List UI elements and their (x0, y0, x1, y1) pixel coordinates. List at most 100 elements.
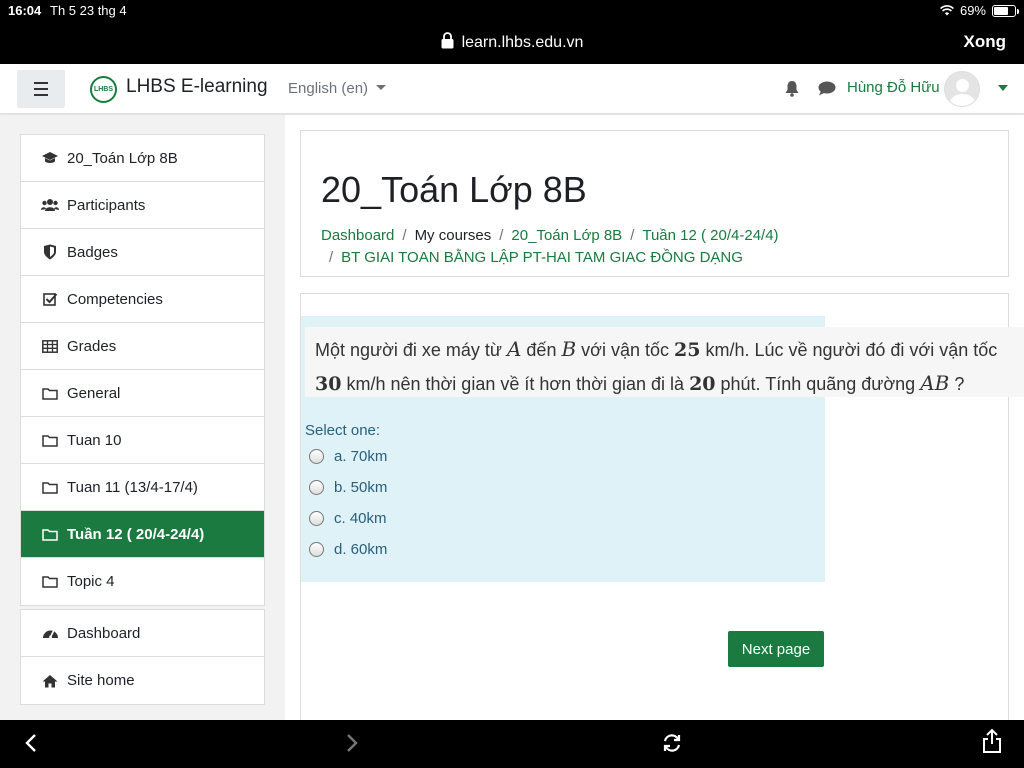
answer-label[interactable]: b. 50km (334, 479, 387, 496)
url-display[interactable]: learn.lhbs.edu.vn (0, 32, 1024, 52)
graduation-cap-icon (41, 150, 59, 166)
site-nav-item[interactable]: Site home (21, 657, 264, 704)
wifi-icon (940, 5, 954, 16)
radio-button[interactable] (309, 542, 324, 557)
course-nav-item-label: Tuan 11 (13/4-17/4) (67, 478, 198, 496)
breadcrumb-activity[interactable]: BT GIAI TOAN BẰNG LẬP PT-HAI TAM GIAC ĐỒ… (341, 249, 743, 266)
bell-icon[interactable] (784, 80, 800, 97)
drawer-toggle-button[interactable] (17, 70, 65, 108)
breadcrumb-week[interactable]: Tuần 12 ( 20/4-24/4) (642, 227, 778, 244)
language-menu[interactable]: English (en) (288, 80, 387, 97)
course-nav-item[interactable]: Topic 4 (21, 558, 264, 605)
course-nav-item[interactable]: Badges (21, 229, 264, 276)
lock-icon (441, 32, 454, 49)
folder-icon (41, 574, 59, 590)
user-name[interactable]: Hùng Đỗ Hữu (847, 79, 940, 96)
users-icon (41, 197, 59, 213)
radio-button[interactable] (309, 511, 324, 526)
forward-icon[interactable] (345, 732, 359, 754)
course-nav-item-label: Topic 4 (67, 573, 115, 590)
folder-icon (41, 526, 59, 542)
next-page-button[interactable]: Next page (728, 631, 824, 667)
battery-level (994, 6, 1008, 15)
folder-icon (41, 479, 59, 495)
done-button[interactable]: Xong (964, 32, 1007, 52)
breadcrumb-dashboard[interactable]: Dashboard (321, 227, 394, 244)
course-nav-item-label: Badges (67, 243, 118, 261)
math-variable: AB (920, 371, 950, 395)
checkbox-icon (41, 291, 59, 307)
answer-label[interactable]: d. 60km (334, 541, 387, 558)
breadcrumb-course[interactable]: 20_Toán Lớp 8B (511, 227, 622, 244)
course-nav-item[interactable]: General (21, 370, 264, 417)
math-variable: B (561, 337, 577, 361)
answer-option-c[interactable]: c. 40km (309, 510, 387, 527)
battery-percent: 69% (959, 3, 986, 18)
radio-button[interactable] (309, 449, 324, 464)
site-nav-item-label: Site home (67, 672, 135, 689)
breadcrumb-separator: / (630, 227, 635, 244)
breadcrumb-separator: / (499, 227, 504, 244)
course-nav-item-label: General (67, 384, 121, 402)
math-number: 20 (689, 373, 716, 395)
back-icon[interactable] (24, 732, 38, 754)
browser-toolbar (0, 720, 1024, 768)
site-nav-item[interactable]: Dashboard (21, 610, 264, 657)
course-nav-item-label: Participants (67, 196, 146, 214)
answer-label[interactable]: a. 70km (334, 448, 387, 465)
course-nav-item[interactable]: 20_Toán Lớp 8B (21, 135, 264, 182)
folder-icon (41, 432, 59, 448)
question-text-part: phút. Tính quãng đường (715, 374, 921, 394)
user-menu-caret-icon[interactable] (998, 85, 1008, 91)
radio-button[interactable] (309, 480, 324, 495)
page-header: 20_Toán Lớp 8B Dashboard / My courses / 20_T… (300, 130, 1009, 277)
question-text-part: đến (521, 340, 562, 360)
main-region: 20_Toán Lớp 8B Dashboard / My courses / 20_T… (285, 115, 1024, 720)
dashboard-icon (41, 625, 59, 641)
user-avatar[interactable] (944, 71, 980, 107)
folder-icon (41, 385, 59, 401)
course-nav-item[interactable]: Tuan 10 (21, 417, 264, 464)
site-nav-item-label: Dashboard (67, 624, 141, 642)
course-nav-item[interactable]: Competencies (21, 276, 264, 323)
question-box: Một người đi xe máy từ A đến B với vận t… (301, 316, 1024, 582)
course-nav-item[interactable]: Grades (21, 323, 264, 370)
math-number: 25 (674, 339, 701, 361)
table-icon (41, 338, 59, 354)
course-nav-item-label: Grades (67, 337, 117, 355)
hamburger-icon (34, 80, 48, 98)
question-text-part: Một người đi xe máy từ (315, 340, 507, 360)
date: Th 5 23 thg 4 (50, 3, 127, 18)
status-right: 69% (940, 3, 1019, 18)
site-name-link[interactable]: LHBS E-learning (126, 76, 268, 98)
course-nav-item-label: Tuan 10 (67, 431, 122, 449)
site-navbar: LHBS LHBS E-learning English (en) Hùng Đ… (0, 64, 1024, 114)
language-label: English (en) (288, 80, 369, 97)
clock: 16:04 (8, 3, 42, 18)
chat-icon[interactable] (818, 81, 836, 96)
answer-label[interactable]: c. 40km (334, 510, 387, 527)
answer-option-d[interactable]: d. 60km (309, 541, 387, 558)
question-text-part: km/h nên thời gian về ít hơn thời gian đ… (341, 374, 690, 394)
math-variable: A (506, 337, 522, 361)
course-nav-item[interactable]: Tuan 11 (13/4-17/4) (21, 464, 264, 511)
question-text: Một người đi xe máy từ A đến B với vận t… (305, 327, 1024, 397)
reload-icon[interactable] (661, 732, 683, 754)
question-text-part: km/h. Lúc về người đó đi với vận tốc (700, 340, 998, 360)
site-logo[interactable]: LHBS (90, 76, 117, 103)
ios-status-bar: 16:04 Th 5 23 thg 4 69% (0, 0, 1024, 22)
course-nav-item-label: Tuần 12 ( 20/4-24/4) (67, 525, 205, 543)
breadcrumb-my-courses: My courses (414, 227, 492, 244)
breadcrumb-separator: / (329, 249, 334, 266)
share-icon[interactable] (982, 728, 1002, 754)
answer-option-a[interactable]: a. 70km (309, 448, 387, 465)
quiz-attempt-card: Một người đi xe máy từ A đến B với vận t… (300, 293, 1024, 720)
site-nav-group: Dashboard Site home (20, 609, 265, 705)
answer-option-b[interactable]: b. 50km (309, 479, 387, 496)
course-nav-item[interactable]: Participants (21, 182, 264, 229)
caret-down-icon (376, 85, 387, 90)
page-title: 20_Toán Lớp 8B (321, 169, 587, 210)
home-icon (41, 673, 59, 689)
course-nav-item[interactable]: Tuần 12 ( 20/4-24/4) (21, 511, 264, 558)
shield-icon (41, 244, 59, 260)
